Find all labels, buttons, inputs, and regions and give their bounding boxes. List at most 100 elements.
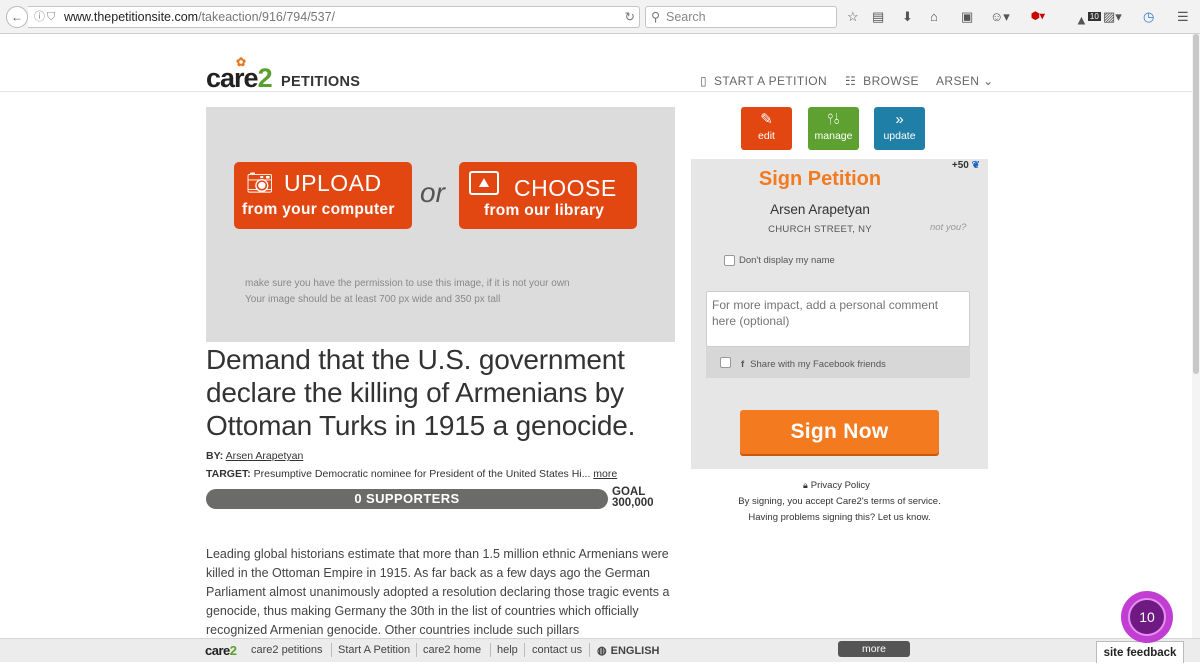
adblock-icon[interactable]: ⬢▾ xyxy=(1031,9,1045,25)
by-label: BY: xyxy=(206,450,224,462)
clock-icon[interactable]: ◷ xyxy=(1143,9,1154,25)
signer-address: CHURCH STREET, NY xyxy=(768,224,872,235)
footer-bar: care2 care2 petitions Start A Petition c… xyxy=(0,638,1200,663)
signer-name: Arsen Arapetyan xyxy=(770,202,870,217)
footer-link-start[interactable]: Start A Petition xyxy=(338,644,410,656)
double-chevron-icon: » xyxy=(895,111,904,128)
care2-logo[interactable]: ✿ care2 xyxy=(206,55,273,92)
pocket-icon[interactable]: ▣ xyxy=(961,9,973,25)
bookmark-star-icon[interactable]: ☆ xyxy=(847,9,859,25)
download-icon[interactable]: ⬇ xyxy=(902,9,913,25)
supporters-count: 0 SUPPORTERS xyxy=(354,491,460,506)
footer-logo[interactable]: care2 xyxy=(205,643,237,658)
butterfly-icon: ❦ xyxy=(971,160,980,171)
hide-name-checkbox[interactable] xyxy=(724,255,735,266)
terms-text: By signing, you accept Care2's terms of … xyxy=(738,496,941,507)
footer-separator xyxy=(490,643,491,657)
reload-icon[interactable]: ↻ xyxy=(625,7,635,27)
address-bar[interactable]: ⓘ ⛉ www.thepetitionsite.com/takeaction/9… xyxy=(28,6,640,28)
list-icon: ☷ xyxy=(845,74,857,88)
update-button[interactable]: » update xyxy=(874,107,925,150)
choose-button[interactable]: ⛰ CHOOSE from our library xyxy=(459,162,637,229)
extension-icon[interactable]: ☺▾ xyxy=(990,9,1010,25)
sign-heading: Sign Petition xyxy=(758,168,882,190)
site-feedback-button[interactable]: site feedback xyxy=(1096,641,1184,663)
goal-value: 300,000 xyxy=(612,497,654,509)
supporters-progress-bar: 0 SUPPORTERS xyxy=(206,489,608,509)
nav-start-petition[interactable]: ▯ START A PETITION xyxy=(700,74,827,88)
back-button[interactable]: ← xyxy=(6,6,28,28)
update-label: update xyxy=(883,130,916,142)
sign-panel: +50 ❦ Sign Petition Arsen Arapetyan CHUR… xyxy=(691,159,988,469)
language-selector[interactable]: ◍ ENGLISH xyxy=(597,644,660,657)
footer-separator xyxy=(331,643,332,657)
footer-link-contact[interactable]: contact us xyxy=(532,644,582,656)
chevron-down-icon: ⌄ xyxy=(979,74,994,88)
image-size-hint: Your image should be at least 700 px wid… xyxy=(245,294,501,305)
points-value: +50 xyxy=(951,160,969,171)
upload-sublabel: from your computer xyxy=(242,201,395,218)
target-line: TARGET: Presumptive Democratic nominee f… xyxy=(206,468,617,480)
hide-name-label: Don't display my name xyxy=(739,255,835,266)
bubble-count: 10 xyxy=(1128,598,1166,636)
camera-icon: 📷︎ xyxy=(246,170,274,195)
nav-start-label: START A PETITION xyxy=(714,74,828,88)
footer-link-petitions[interactable]: care2 petitions xyxy=(251,644,323,656)
footer-separator xyxy=(416,643,417,657)
scrollbar[interactable] xyxy=(1192,34,1200,638)
footer-more-button[interactable]: more xyxy=(838,641,910,657)
search-box[interactable]: ⚲ Search xyxy=(645,6,837,28)
browser-toolbar: ← ⓘ ⛉ www.thepetitionsite.com/takeaction… xyxy=(0,0,1200,34)
notification-bubble[interactable]: 10 xyxy=(1121,591,1173,643)
notification-icon[interactable]: ▲ 10 xyxy=(1075,9,1101,28)
target-label: TARGET: xyxy=(206,468,251,480)
comment-field[interactable] xyxy=(706,291,970,347)
home-icon[interactable]: ⌂ xyxy=(930,9,938,25)
footer-separator xyxy=(589,643,590,657)
screenshot-icon[interactable]: ▨▾ xyxy=(1103,9,1122,25)
shield-icon: ⛉ xyxy=(47,11,56,23)
upload-button[interactable]: 📷︎ UPLOAD from your computer xyxy=(234,162,412,229)
image-upload-area: 📷︎ UPLOAD from your computer or ⛰ CHOOSE… xyxy=(206,107,675,342)
user-name: ARSEN xyxy=(936,74,980,88)
search-icon: ⚲ xyxy=(651,10,661,24)
facebook-share-checkbox[interactable] xyxy=(720,357,731,368)
footer-link-help[interactable]: help xyxy=(497,644,518,656)
clipboard-icon: ▯ xyxy=(700,74,708,88)
choose-label: CHOOSE xyxy=(514,175,617,201)
menu-icon[interactable]: ☰ xyxy=(1177,9,1189,25)
sign-now-button[interactable]: Sign Now xyxy=(740,410,939,454)
facebook-share-row: f Share with my Facebook friends xyxy=(706,347,970,378)
not-you-link[interactable]: not you? xyxy=(930,222,966,233)
petition-title: Demand that the U.S. government declare … xyxy=(206,344,636,441)
sliders-icon: ⫯⫰ xyxy=(826,111,841,128)
author-link[interactable]: Arsen Arapetyan xyxy=(226,450,304,462)
privacy-link[interactable]: 🔒︎ Privacy Policy xyxy=(803,480,870,491)
site-header: ✿ care2 PETITIONS ▯ START A PETITION ☷ BROW… xyxy=(0,34,1200,92)
manage-button[interactable]: ⫯⫰ manage xyxy=(808,107,859,150)
info-icon[interactable]: ⓘ xyxy=(34,7,45,27)
manage-label: manage xyxy=(814,130,853,142)
privacy-label: Privacy Policy xyxy=(810,480,870,491)
nav-browse-label: BROWSE xyxy=(863,74,919,88)
pencil-icon: ✎ xyxy=(760,111,773,128)
upload-label: UPLOAD xyxy=(284,170,382,196)
notification-count: 10 xyxy=(1087,12,1101,21)
goal: GOAL 300,000 xyxy=(612,486,654,509)
choose-sublabel: from our library xyxy=(484,202,605,219)
photo-icon: ⛰ xyxy=(469,171,499,195)
hide-name-option[interactable]: Don't display my name xyxy=(724,255,835,266)
reading-list-icon[interactable]: ▤ xyxy=(872,9,884,25)
byline: BY: Arsen Arapetyan xyxy=(206,450,303,462)
nav-user-menu[interactable]: ARSEN ⌄ xyxy=(936,74,994,88)
nav-browse[interactable]: ☷ BROWSE xyxy=(845,74,919,88)
more-link[interactable]: more xyxy=(593,468,617,480)
target-text: Presumptive Democratic nominee for Presi… xyxy=(253,468,591,480)
footer-link-home[interactable]: care2 home xyxy=(423,644,481,656)
image-permission-hint: make sure you have the permission to use… xyxy=(245,278,570,289)
leaf-icon: ✿ xyxy=(236,55,247,69)
edit-button[interactable]: ✎ edit xyxy=(741,107,792,150)
scrollbar-thumb[interactable] xyxy=(1193,34,1199,374)
petitions-label: PETITIONS xyxy=(281,74,361,90)
or-label: or xyxy=(420,177,445,208)
